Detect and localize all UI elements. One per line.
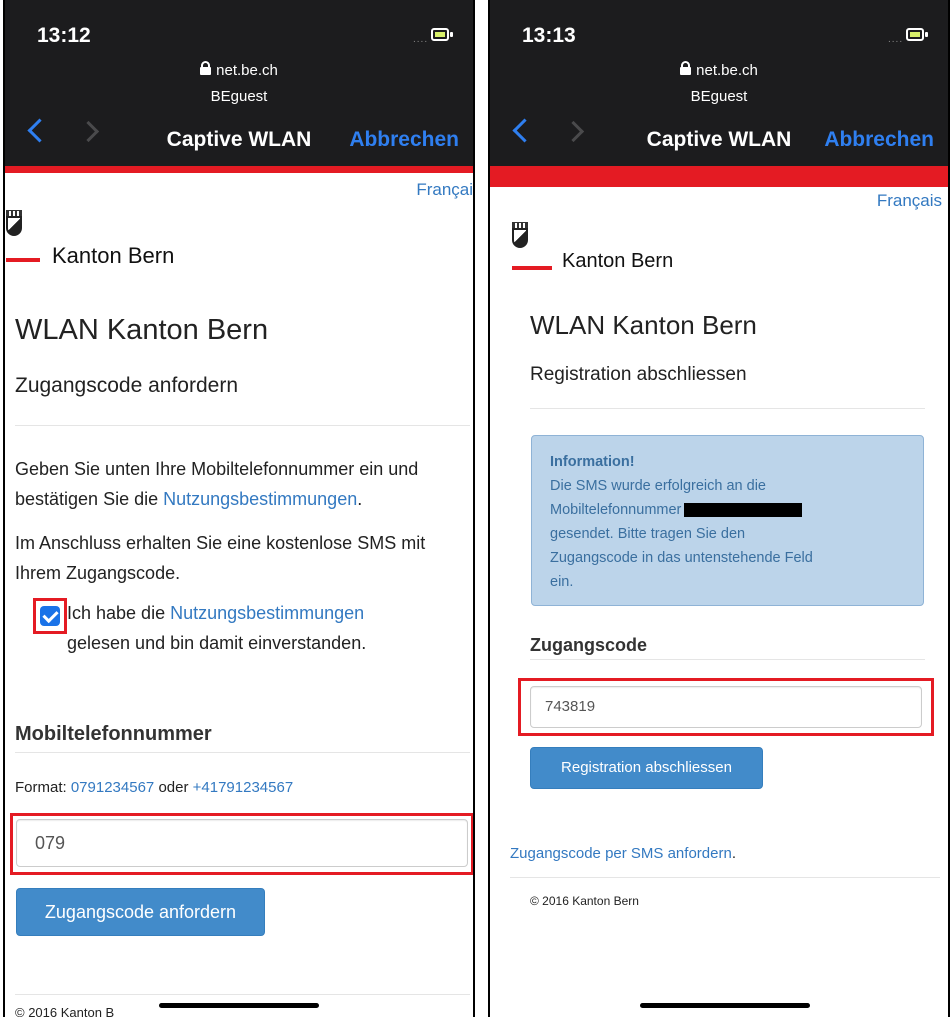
logo-red-line bbox=[6, 258, 40, 262]
divider-2 bbox=[530, 659, 925, 660]
request-code-button[interactable]: Zugangscode anfordern bbox=[16, 888, 265, 936]
alert-line: Mobiltelefonnummer bbox=[550, 498, 905, 522]
code-label: Zugangscode bbox=[530, 635, 648, 655]
alert-title: Information! bbox=[550, 454, 635, 470]
cancel-button[interactable]: Abbrechen bbox=[824, 128, 934, 152]
terms-link[interactable]: Nutzungsbestimmungen bbox=[163, 489, 357, 509]
alert-line: ein. bbox=[550, 574, 574, 590]
redacted-number bbox=[684, 503, 803, 518]
url-text: net.be.ch bbox=[216, 62, 278, 79]
info-alert: Information! Die SMS wurde erfolgreich a… bbox=[531, 435, 924, 606]
battery-icon: .... bbox=[888, 28, 928, 45]
alert-line: Zugangscode in das untenstehende Feld bbox=[550, 550, 813, 566]
url-bar[interactable]: net.be.ch bbox=[5, 61, 473, 79]
home-indicator bbox=[159, 1003, 319, 1008]
footer: © 2016 Kanton Bern bbox=[530, 894, 639, 908]
logo-red-line bbox=[512, 266, 552, 270]
battery-icon: .... bbox=[413, 28, 453, 45]
divider-3 bbox=[15, 994, 470, 995]
format-hint: Format: 0791234567 oder +41791234567 bbox=[15, 779, 294, 796]
divider bbox=[15, 425, 470, 426]
browser-chrome: 13:12 .... net.be.ch BEguest Captive WLA… bbox=[5, 0, 473, 166]
terms-link-2[interactable]: Nutzungsbestimmungen bbox=[170, 603, 364, 623]
complete-registration-button[interactable]: Registration abschliessen bbox=[530, 747, 763, 789]
terms-checkbox[interactable] bbox=[40, 606, 60, 626]
bern-crest-icon bbox=[6, 210, 22, 238]
brand-bar bbox=[5, 166, 473, 173]
network-name: BEguest bbox=[210, 88, 268, 105]
canton-logo-text: Kanton Bern bbox=[562, 250, 674, 272]
language-link[interactable]: Françai bbox=[416, 180, 473, 200]
divider-2 bbox=[15, 752, 470, 753]
resend-text: Zugangscode per SMS anfordern. bbox=[510, 845, 736, 862]
checkbox-label-line2: gelesen und bin damit einverstanden. bbox=[67, 633, 367, 653]
sms-info-text: Im Anschluss erhalten Sie eine kostenlos… bbox=[15, 533, 426, 583]
checkbox-label[interactable]: Ich habe die Nutzungsbestimmungen bbox=[67, 598, 364, 628]
page-title: WLAN Kanton Bern bbox=[15, 314, 269, 346]
footer: © 2016 Kanton B bbox=[15, 1005, 115, 1017]
code-input[interactable]: 743819 bbox=[530, 686, 922, 728]
intro-text: Geben Sie unten Ihre Mobiltelefonnummer … bbox=[15, 459, 419, 509]
lock-icon bbox=[680, 61, 692, 76]
cancel-button[interactable]: Abbrechen bbox=[349, 128, 459, 152]
home-indicator bbox=[640, 1003, 810, 1008]
divider bbox=[530, 408, 925, 409]
section-title: Registration abschliessen bbox=[530, 364, 747, 385]
status-time: 13:13 bbox=[522, 24, 576, 47]
phone-input[interactable]: 079 bbox=[16, 819, 468, 867]
phone-label: Mobiltelefonnummer bbox=[15, 723, 212, 745]
resend-sms-link[interactable]: Zugangscode per SMS anfordern bbox=[510, 845, 732, 862]
phone-screenshot-request: 13:12 .... net.be.ch BEguest Captive WLA… bbox=[3, 0, 475, 1017]
url-text: net.be.ch bbox=[696, 62, 758, 79]
phone-screenshot-complete: 13:13 .... net.be.ch BEguest Captive WLA… bbox=[488, 0, 950, 1017]
alert-line: Die SMS wurde erfolgreich an die bbox=[550, 478, 766, 494]
page-title: WLAN Kanton Bern bbox=[530, 310, 757, 340]
status-time: 13:12 bbox=[37, 24, 91, 47]
network-name: BEguest bbox=[690, 88, 748, 105]
alert-line: gesendet. Bitte tragen Sie den bbox=[550, 526, 746, 542]
divider-3 bbox=[510, 877, 940, 878]
bern-crest-icon bbox=[512, 222, 528, 250]
browser-chrome: 13:13 .... net.be.ch BEguest Captive WLA… bbox=[490, 0, 948, 166]
canton-logo-text: Kanton Bern bbox=[52, 243, 175, 268]
section-title: Zugangscode anfordern bbox=[15, 374, 238, 397]
language-link[interactable]: Français bbox=[877, 191, 942, 211]
url-bar[interactable]: net.be.ch bbox=[490, 61, 948, 79]
brand-bar bbox=[490, 166, 948, 187]
lock-icon bbox=[200, 61, 212, 76]
